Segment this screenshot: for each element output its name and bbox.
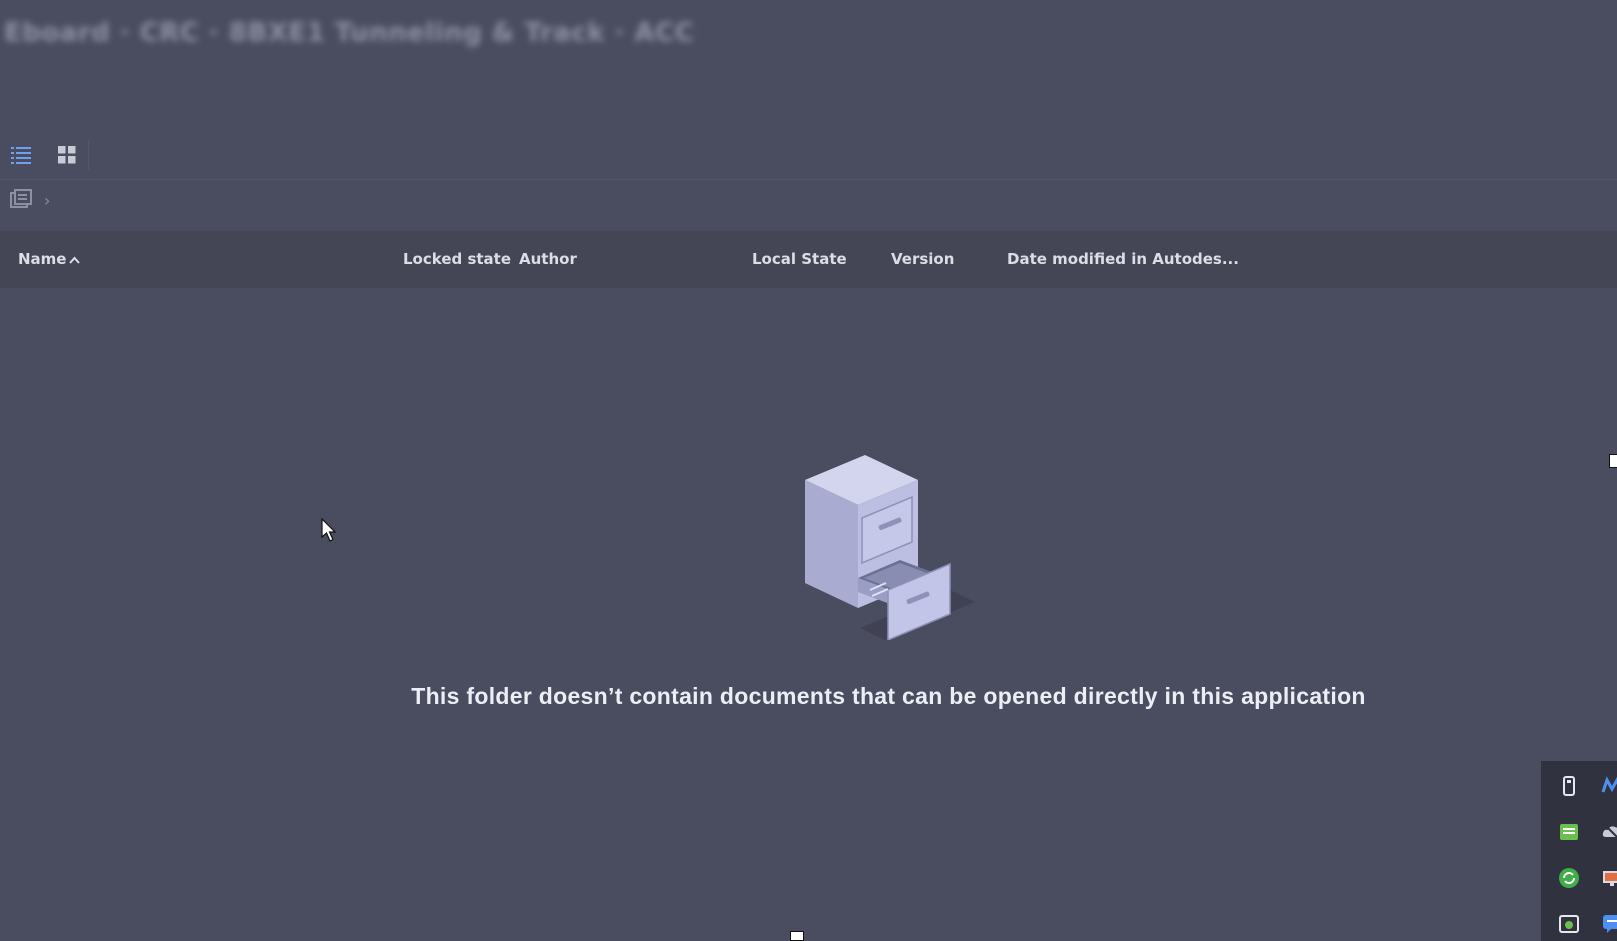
mouse-cursor-icon — [321, 517, 337, 546]
sync-icon[interactable] — [1558, 867, 1580, 889]
notes-icon[interactable] — [1558, 821, 1580, 843]
camera-icon[interactable] — [1558, 913, 1580, 935]
file-cabinet-icon — [800, 450, 980, 644]
list-view-icon — [11, 147, 31, 164]
empty-state-message: This folder doesn’t contain documents th… — [411, 683, 1366, 709]
system-tray — [1541, 761, 1617, 941]
column-header-date-modified[interactable]: Date modified in Autodes... — [1007, 231, 1239, 288]
view-toolbar — [8, 142, 80, 168]
column-header-author[interactable]: Author — [519, 231, 577, 288]
column-header-name[interactable]: Name — [18, 231, 81, 288]
resize-handle-right[interactable] — [1609, 454, 1617, 468]
toolbar-separator — [0, 179, 1617, 180]
grid-view-icon — [58, 146, 76, 164]
sort-ascending-icon — [69, 231, 81, 288]
column-header-version[interactable]: Version — [891, 231, 954, 288]
window-title: Eboard · CRC · 8BXE1 Tunneling & Track ·… — [4, 18, 695, 48]
column-header-row: Name Locked state Author Local State Ver… — [0, 231, 1617, 288]
list-view-button[interactable] — [8, 142, 34, 168]
project-folder-icon[interactable] — [10, 189, 32, 213]
app-window: Eboard · CRC · 8BXE1 Tunneling & Track ·… — [0, 0, 1617, 941]
display-icon[interactable] — [1601, 867, 1617, 889]
cloud-off-icon[interactable] — [1601, 821, 1617, 843]
usb-icon[interactable] — [1558, 775, 1580, 797]
grid-view-button[interactable] — [54, 142, 80, 168]
column-header-locked-state[interactable]: Locked state — [403, 231, 511, 288]
resize-handle-bottom[interactable] — [790, 931, 804, 941]
meet-icon[interactable] — [1601, 775, 1617, 797]
chat-icon[interactable] — [1601, 913, 1617, 935]
column-header-name-label: Name — [18, 250, 67, 268]
column-header-local-state[interactable]: Local State — [752, 231, 847, 288]
toolbar-divider — [88, 140, 89, 170]
breadcrumb: › — [10, 189, 50, 213]
breadcrumb-separator: › — [44, 191, 51, 210]
